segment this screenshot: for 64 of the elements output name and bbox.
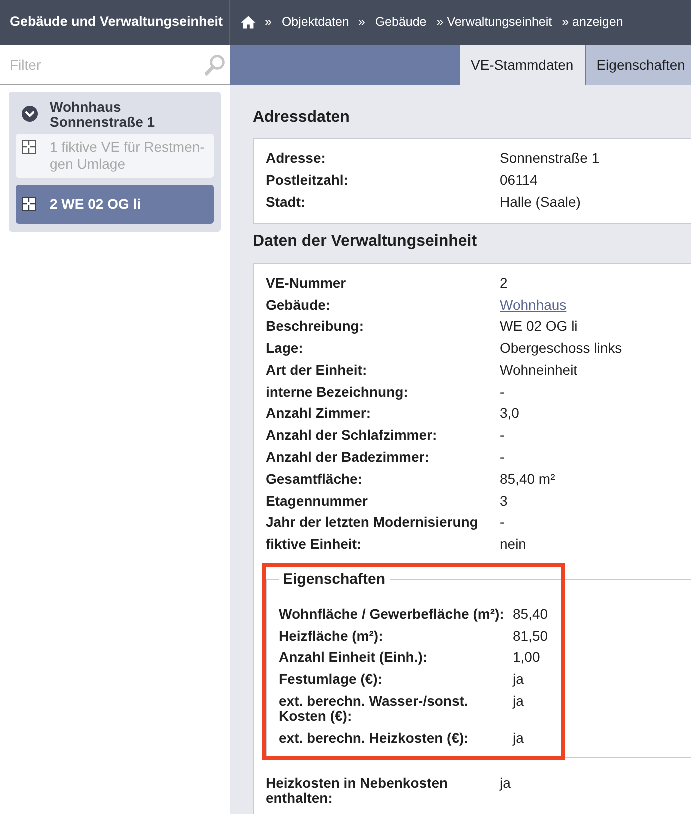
field-label: Art der Einheit: — [266, 362, 368, 378]
field-label: Gebäude: — [266, 298, 332, 313]
section-heading: Adressdaten — [253, 108, 351, 128]
field-value: 1,00 — [513, 650, 540, 666]
field-value: 3,0 — [500, 406, 520, 422]
field-value: ja — [513, 730, 524, 746]
tree-item[interactable]: 2 WE 02 OG li — [16, 185, 214, 224]
field-label: Wohnfläche / Gewerbefläche (m²): — [279, 606, 506, 622]
field-value: - — [500, 450, 505, 465]
field-value: - — [500, 515, 505, 530]
field-label: Anzahl der Schlafzimmer: — [266, 428, 438, 444]
field-label: ext. berechn. Heizkosten (€): — [279, 730, 470, 746]
field-value: ja — [513, 694, 524, 710]
field-value: WE 02 OG li — [500, 319, 578, 334]
tab[interactable]: Eigenschaften — [584, 45, 691, 85]
breadcrumb-item: » Verwaltungseinheit — [436, 14, 552, 32]
field-label: Anzahl Einheit (Einh.): — [279, 650, 429, 666]
field-label: Adresse: — [266, 151, 327, 166]
field-value: Wohneinheit — [500, 362, 578, 378]
field-label: Postleitzahl: — [266, 173, 350, 188]
breadcrumb-link[interactable]: Gebäude — [375, 13, 427, 32]
field-value: 81,50 — [513, 628, 548, 644]
field-value: - — [500, 384, 505, 400]
field-label: Heizfläche (m²): — [279, 628, 384, 644]
breadcrumb-separator: » — [358, 14, 366, 32]
field-value: 2 — [500, 276, 508, 291]
home-icon[interactable] — [241, 16, 256, 29]
app-title: Gebäude und Verwaltungseinheit — [10, 13, 224, 32]
field-label: Gesamtfläche: — [266, 472, 364, 487]
field-label: fiktive Einheit: — [266, 537, 363, 552]
field-label: Festumlage (€): — [279, 672, 384, 688]
breadcrumb-item: » anzeigen — [562, 14, 624, 32]
field-value: 06114 — [500, 173, 538, 188]
building-link[interactable]: Wohnhaus — [500, 298, 567, 313]
field-label: Beschreibung: — [266, 319, 366, 334]
field-label: Jahr der letzten Modernisierung — [266, 515, 480, 530]
field-value: 3 — [500, 494, 508, 509]
field-value: ja — [513, 672, 524, 688]
breadcrumb-separator: » — [265, 14, 272, 32]
field-value: nein — [500, 537, 526, 552]
field-value: - — [500, 428, 505, 444]
building-label[interactable]: Wohnhaus Sonnenstraße 1 — [50, 100, 200, 130]
field-value: Obergeschoss links — [500, 341, 622, 356]
field-value: Halle (Saale) — [500, 194, 581, 210]
field-label: Lage: — [266, 341, 304, 356]
chevron-down-icon[interactable] — [22, 106, 38, 122]
field-value: 85,40 — [513, 606, 548, 622]
breadcrumb-link[interactable]: Objektdaten — [282, 13, 350, 32]
field-label: interne Bezeichnung: — [266, 384, 410, 400]
field-value: ja — [500, 776, 511, 791]
field-label: ext. berechn. Wasser-/sonst. Kosten (€): — [279, 694, 470, 724]
floor-plan-icon — [22, 197, 36, 211]
field-value: 85,40 m² — [500, 472, 556, 487]
section-heading: Daten der Verwaltungseinheit — [253, 232, 478, 252]
field-label: Heizkosten in Nebenkosten enthalten: — [266, 776, 450, 806]
field-label: Stadt: — [266, 194, 307, 210]
fieldset-legend: Eigenschaften — [279, 570, 390, 588]
field-label: VE-Nummer — [266, 276, 348, 291]
field-label: Anzahl Zimmer: — [266, 406, 372, 422]
floor-plan-icon — [22, 140, 36, 154]
field-value: Sonnenstraße 1 — [500, 151, 600, 166]
field-label: Anzahl der Badezimmer: — [266, 450, 430, 465]
tab[interactable]: VE-Stammdaten — [460, 45, 585, 85]
field-label: Etagennummer — [266, 494, 369, 509]
